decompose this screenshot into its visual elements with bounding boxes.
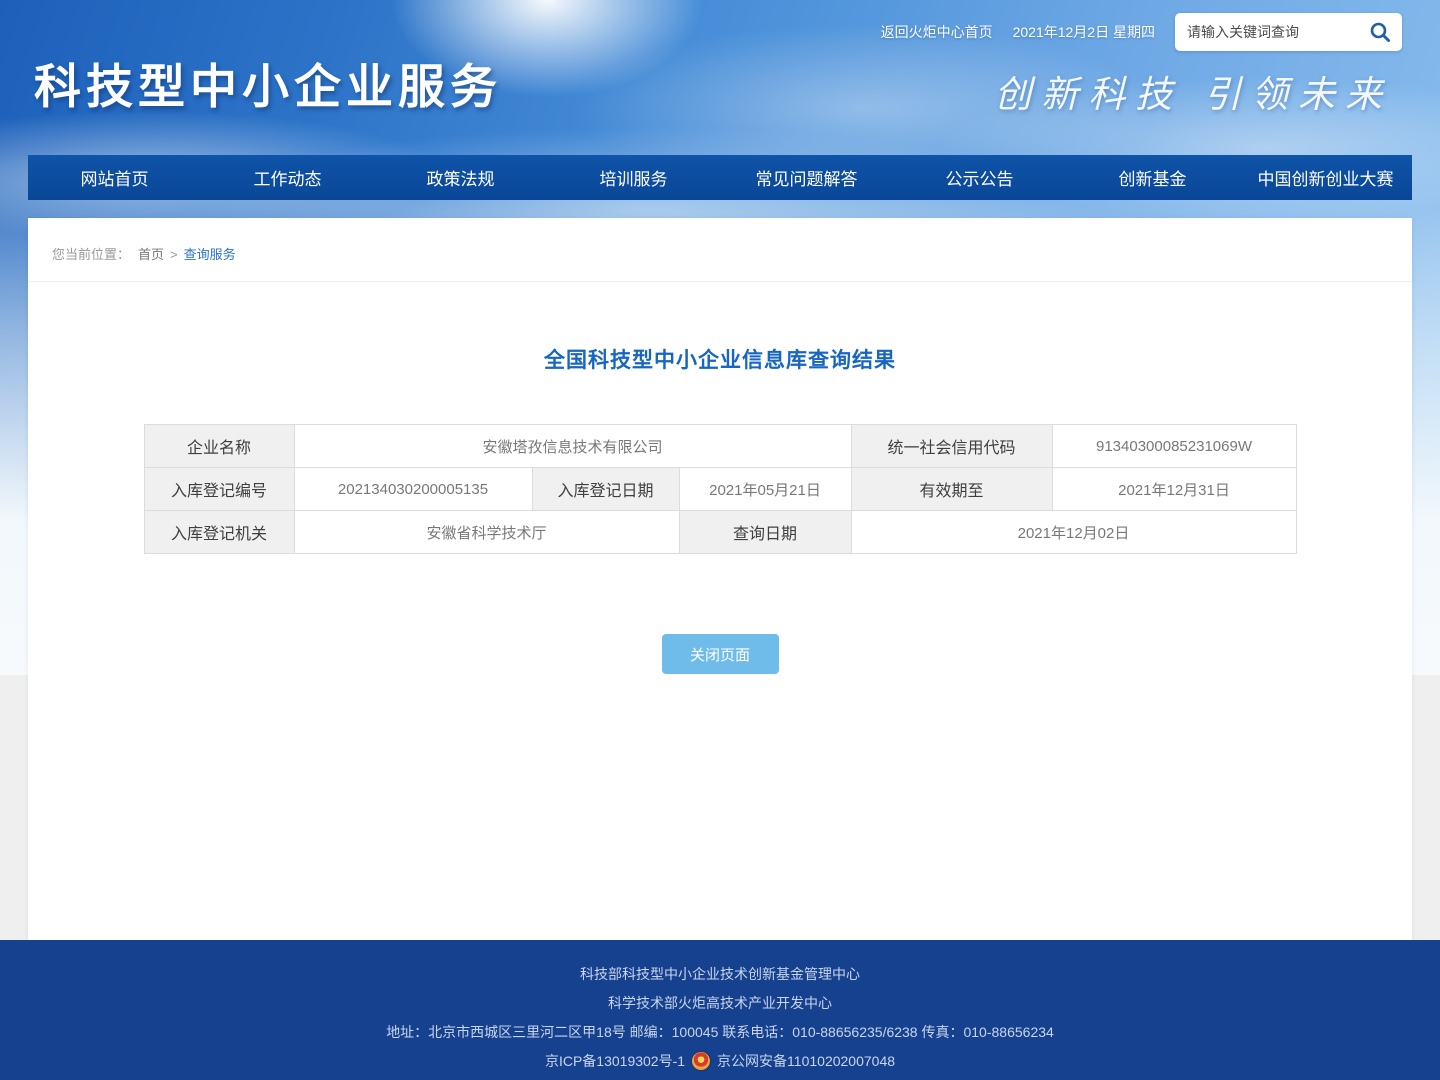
breadcrumb-prefix: 您当前位置： <box>52 247 130 262</box>
table-row: 入库登记机关 安徽省科学技术厅 查询日期 2021年12月02日 <box>144 511 1296 554</box>
company-name-label: 企业名称 <box>144 425 294 468</box>
nav-item-training[interactable]: 培训服务 <box>547 155 720 200</box>
torch-center-home-link[interactable]: 返回火炬中心首页 <box>881 22 993 42</box>
current-date: 2021年12月2日 星期四 <box>1013 22 1155 42</box>
breadcrumb-current-link[interactable]: 查询服务 <box>184 247 236 262</box>
footer-org-line2: 科学技术部火炬高技术产业开发中心 <box>0 993 1440 1013</box>
table-row: 企业名称 安徽塔孜信息技术有限公司 统一社会信用代码 9134030008523… <box>144 425 1296 468</box>
nav-item-announcements[interactable]: 公示公告 <box>893 155 1066 200</box>
search-button[interactable] <box>1364 16 1396 48</box>
credit-code-value: 91340300085231069W <box>1052 425 1296 468</box>
nav-item-innovation-competition[interactable]: 中国创新创业大赛 <box>1239 155 1412 200</box>
nav-item-faq[interactable]: 常见问题解答 <box>720 155 893 200</box>
police-record-link[interactable]: 京公网安备11010202007048 <box>717 1051 895 1071</box>
company-name-value: 安徽塔孜信息技术有限公司 <box>294 425 851 468</box>
valid-until-value: 2021年12月31日 <box>1052 468 1296 511</box>
nav-item-innovation-fund[interactable]: 创新基金 <box>1066 155 1239 200</box>
main-nav: 网站首页 工作动态 政策法规 培训服务 常见问题解答 公示公告 创新基金 中国创… <box>28 155 1412 200</box>
topbar: 返回火炬中心首页 2021年12月2日 星期四 <box>881 13 1402 51</box>
site-footer: 科技部科技型中小企业技术创新基金管理中心 科学技术部火炬高技术产业开发中心 地址… <box>0 940 1440 1080</box>
search-box[interactable] <box>1175 13 1402 51</box>
site-title: 科技型中小企业服务 <box>34 48 502 117</box>
reg-number-label: 入库登记编号 <box>144 468 294 511</box>
site-header: 返回火炬中心首页 2021年12月2日 星期四 科技型中小企业服务 创新科技 引… <box>0 0 1440 155</box>
police-badge-icon <box>692 1052 710 1070</box>
breadcrumb: 您当前位置： 首页 > 查询服务 <box>28 218 1412 282</box>
close-page-button[interactable]: 关闭页面 <box>662 634 779 674</box>
breadcrumb-separator: > <box>170 247 178 262</box>
reg-date-label: 入库登记日期 <box>532 468 679 511</box>
search-icon <box>1368 20 1392 44</box>
nav-item-policies[interactable]: 政策法规 <box>374 155 547 200</box>
breadcrumb-home-link[interactable]: 首页 <box>138 247 164 262</box>
header-slogan: 创新科技 引领未来 <box>994 64 1392 118</box>
search-input[interactable] <box>1187 24 1364 40</box>
button-row: 关闭页面 <box>28 634 1412 674</box>
footer-address-line: 地址：北京市西城区三里河二区甲18号 邮编：100045 联系电话：010-88… <box>0 1022 1440 1042</box>
icp-record-link[interactable]: 京ICP备13019302号-1 <box>545 1051 685 1071</box>
query-result-table: 企业名称 安徽塔孜信息技术有限公司 统一社会信用代码 9134030008523… <box>144 424 1297 554</box>
reg-date-value: 2021年05月21日 <box>679 468 851 511</box>
footer-org-line1: 科技部科技型中小企业技术创新基金管理中心 <box>0 964 1440 984</box>
table-row: 入库登记编号 202134030200005135 入库登记日期 2021年05… <box>144 468 1296 511</box>
page-title: 全国科技型中小企业信息库查询结果 <box>28 344 1412 374</box>
valid-until-label: 有效期至 <box>851 468 1052 511</box>
reg-authority-label: 入库登记机关 <box>144 511 294 554</box>
nav-item-work-news[interactable]: 工作动态 <box>201 155 374 200</box>
nav-item-home[interactable]: 网站首页 <box>28 155 201 200</box>
credit-code-label: 统一社会信用代码 <box>851 425 1052 468</box>
query-date-label: 查询日期 <box>679 511 851 554</box>
reg-authority-value: 安徽省科学技术厅 <box>294 511 679 554</box>
content-card: 您当前位置： 首页 > 查询服务 全国科技型中小企业信息库查询结果 企业名称 安徽塔孜… <box>28 218 1412 940</box>
query-date-value: 2021年12月02日 <box>851 511 1296 554</box>
footer-record-line: 京ICP备13019302号-1 京公网安备11010202007048 <box>0 1051 1440 1071</box>
reg-number-value: 202134030200005135 <box>294 468 532 511</box>
